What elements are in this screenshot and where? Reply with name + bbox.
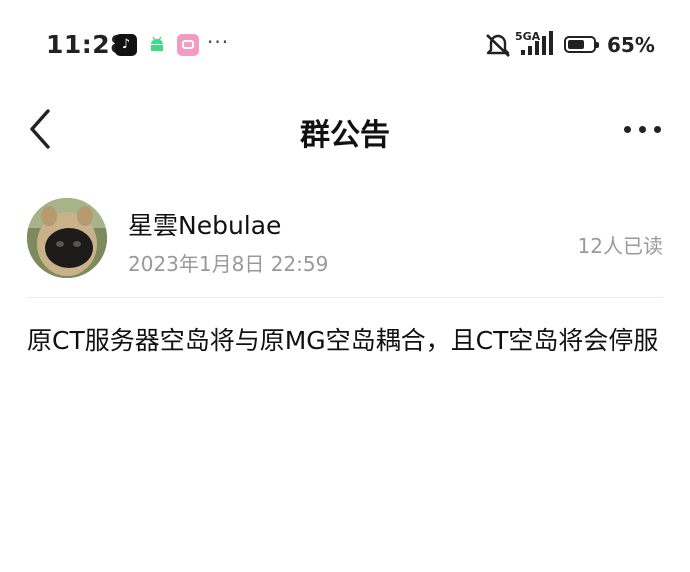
- mute-icon: [484, 32, 512, 58]
- battery-percent: 65%: [607, 33, 655, 57]
- tiktok-icon: ♪: [115, 34, 137, 56]
- more-options-button[interactable]: [620, 116, 666, 142]
- announcement-content: 原CT服务器空岛将与原MG空岛耦合，且CT空岛将会停服: [27, 326, 659, 355]
- dot-icon: [654, 126, 661, 133]
- read-count-link[interactable]: 12人已读: [578, 230, 663, 259]
- status-bar: 11:28 ♪ ··· 5GA 65%: [0, 0, 690, 90]
- dot-icon: [624, 126, 631, 133]
- signal-icon: 5GA: [515, 30, 557, 58]
- dot-icon: [639, 126, 646, 133]
- page-title: 群公告: [300, 118, 390, 153]
- bilibili-icon: [177, 34, 199, 56]
- more-notifications-icon: ···: [207, 30, 230, 54]
- post-datetime: 2023年1月8日 22:59: [128, 252, 329, 276]
- author-name[interactable]: 星雲Nebulae: [128, 206, 281, 242]
- battery-icon: [564, 36, 599, 53]
- battery-fill: [568, 40, 584, 49]
- divider: [27, 297, 663, 298]
- android-icon: [148, 34, 166, 56]
- avatar[interactable]: [27, 198, 107, 278]
- network-type-label: 5GA: [515, 30, 541, 43]
